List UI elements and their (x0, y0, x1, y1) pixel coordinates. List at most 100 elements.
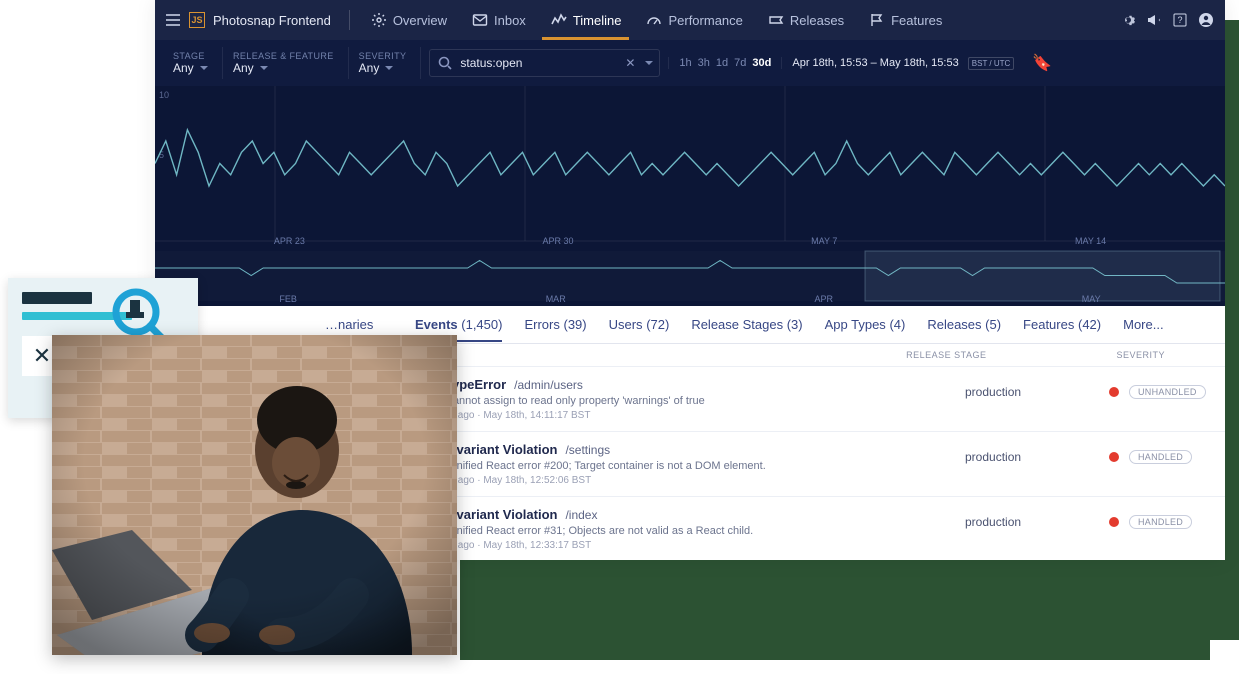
time-range-buttons: 1h 3h 1d 7d 30d (668, 57, 782, 69)
nav-features[interactable]: Features (860, 0, 950, 40)
filter-bar: STAGE Any RELEASE & FEATURE Any SEVERITY… (155, 40, 1225, 86)
tab-label: Errors (524, 317, 559, 332)
search-box[interactable]: ✕ (429, 49, 660, 77)
filter-value: Any (173, 61, 194, 75)
tab-release-stages[interactable]: Release Stages (3) (691, 317, 802, 332)
clear-icon[interactable]: ✕ (621, 54, 639, 72)
releases-icon (767, 11, 785, 29)
tab-more[interactable]: More... (1123, 317, 1163, 332)
time-btn[interactable]: 1d (716, 57, 728, 69)
x-tick: APR (814, 294, 833, 304)
severity-pill: UNHANDLED (1129, 385, 1206, 399)
event-meta: … ago · May 18th, 14:11:17 BST (445, 410, 951, 421)
inbox-icon (471, 11, 489, 29)
decor-bottom-stripe (460, 560, 1210, 660)
tab-label: Features (1023, 317, 1074, 332)
project-icon: JS (189, 12, 205, 28)
filter-label: RELEASE & FEATURE (233, 51, 334, 61)
sidebar-summaries[interactable]: …naries (325, 317, 373, 332)
decor-bar (22, 292, 92, 304)
overview-icon (370, 11, 388, 29)
tab-users[interactable]: Users (72) (609, 317, 670, 332)
severity-dot-icon (1109, 387, 1119, 397)
decor-photo (52, 335, 457, 655)
bookmark-icon[interactable]: 🔖 (1032, 53, 1052, 73)
tab-count: (72) (646, 317, 669, 332)
col-release-stage: RELEASE STAGE (906, 350, 986, 360)
nav-label: Timeline (573, 13, 622, 28)
nav-label: Features (891, 13, 942, 28)
account-icon[interactable] (1197, 11, 1215, 29)
event-path: /admin/users (514, 378, 583, 392)
tab-label: Events (415, 317, 458, 332)
tab-features[interactable]: Features (42) (1023, 317, 1101, 332)
event-desc: Cannot assign to read only property 'war… (445, 395, 951, 407)
filter-label: STAGE (173, 51, 208, 61)
col-severity: SEVERITY (1116, 350, 1165, 360)
event-path: /index (565, 508, 597, 522)
tab-count: (3) (787, 317, 803, 332)
nav-releases[interactable]: Releases (759, 0, 852, 40)
caret-icon (385, 66, 393, 70)
x-tick: MAR (546, 294, 566, 304)
svg-text:?: ? (1177, 15, 1182, 25)
tab-label: Users (609, 317, 643, 332)
features-icon (868, 11, 886, 29)
help-icon[interactable]: ? (1171, 11, 1189, 29)
tab-count: (4) (889, 317, 905, 332)
menu-icon[interactable] (165, 12, 181, 28)
nav-timeline[interactable]: Timeline (542, 0, 630, 40)
x-tick: MAY 14 (1075, 236, 1106, 246)
announce-icon[interactable] (1145, 11, 1163, 29)
severity-dot-icon (1109, 452, 1119, 462)
nav-overview[interactable]: Overview (362, 0, 455, 40)
tab-app-types[interactable]: App Types (4) (825, 317, 906, 332)
timeline-chart[interactable]: 10 5 APR 23 APR 30 MAY 7 MAY 14 F (155, 86, 1225, 306)
performance-icon (645, 11, 663, 29)
divider (349, 10, 350, 30)
tab-label: More... (1123, 317, 1163, 332)
caret-icon (200, 66, 208, 70)
filter-release-feature[interactable]: RELEASE & FEATURE Any (223, 47, 349, 79)
filter-stage[interactable]: STAGE Any (163, 47, 223, 79)
nav-performance[interactable]: Performance (637, 0, 750, 40)
date-range[interactable]: Apr 18th, 15:53 – May 18th, 15:53 BST / … (782, 57, 1024, 69)
timeline-icon (550, 11, 568, 29)
settings-icon[interactable] (1119, 11, 1137, 29)
event-path: /settings (565, 443, 610, 457)
project-name[interactable]: Photosnap Frontend (213, 13, 331, 28)
severity-pill: HANDLED (1129, 450, 1192, 464)
event-meta: … ago · May 18th, 12:52:06 BST (445, 475, 951, 486)
x-tick: APR 30 (542, 236, 573, 246)
tab-count: (39) (563, 317, 586, 332)
chart-svg (155, 86, 1225, 306)
tab-label: Releases (927, 317, 981, 332)
time-btn[interactable]: 7d (734, 57, 746, 69)
event-title: Invariant Violation (445, 442, 557, 457)
filter-value: Any (233, 61, 254, 75)
filter-value: Any (359, 61, 380, 75)
event-meta: … ago · May 18th, 12:33:17 BST (445, 540, 951, 551)
time-btn[interactable]: 3h (698, 57, 710, 69)
time-btn[interactable]: 30d (752, 57, 771, 69)
search-input[interactable] (460, 56, 615, 70)
severity-dot-icon (1109, 517, 1119, 527)
tab-count: (42) (1078, 317, 1101, 332)
timezone-badge[interactable]: BST / UTC (968, 57, 1015, 70)
x-axis-overview: FEB MAR APR MAY (155, 294, 1225, 304)
event-stage: production (965, 442, 1095, 464)
caret-icon (260, 66, 268, 70)
nav-label: Releases (790, 13, 844, 28)
topbar: JS Photosnap Frontend Overview Inbox Tim… (155, 0, 1225, 40)
nav-inbox[interactable]: Inbox (463, 0, 534, 40)
caret-icon[interactable] (645, 61, 653, 65)
filter-severity[interactable]: SEVERITY Any (349, 47, 422, 79)
nav-label: Overview (393, 13, 447, 28)
time-btn[interactable]: 1h (679, 57, 691, 69)
tab-releases[interactable]: Releases (5) (927, 317, 1001, 332)
event-desc: Minified React error #200; Target contai… (445, 460, 951, 472)
tab-errors[interactable]: Errors (39) (524, 317, 586, 332)
filter-label: SEVERITY (359, 51, 407, 61)
tab-label: App Types (825, 317, 886, 332)
x-tick: APR 23 (274, 236, 305, 246)
